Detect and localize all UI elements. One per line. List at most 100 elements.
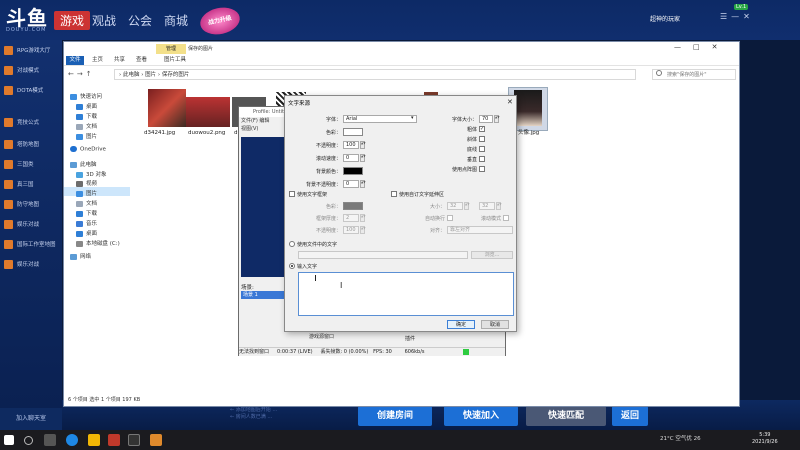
- outline-thickness-input[interactable]: 2: [343, 214, 359, 222]
- nav-item[interactable]: 快速访问: [70, 92, 102, 100]
- window-controls-icon[interactable]: ☰—✕: [720, 12, 754, 21]
- spinner-icon[interactable]: ▲▼: [496, 202, 502, 210]
- font-select[interactable]: Arial: [343, 115, 417, 123]
- plugin-button[interactable]: 插件: [405, 335, 415, 342]
- file-name[interactable]: 头像.jpg: [518, 128, 539, 136]
- browser-icon[interactable]: [66, 434, 78, 446]
- enter-text-radio[interactable]: [289, 263, 295, 269]
- file-path-input[interactable]: [298, 251, 468, 259]
- nav-item[interactable]: 本地磁盘 (C:): [76, 239, 120, 247]
- taskbar-clock[interactable]: 5:39 2021/9/26: [752, 432, 778, 446]
- close-icon[interactable]: ✕: [507, 98, 513, 106]
- custom-extents-checkbox[interactable]: [391, 191, 397, 197]
- sidebar-item[interactable]: RPG游戏大厅: [4, 44, 62, 58]
- italic-checkbox[interactable]: [479, 136, 485, 142]
- sidebar-item[interactable]: 塔防地图: [4, 138, 62, 152]
- scroll-mode-checkbox[interactable]: [503, 215, 509, 221]
- scene-item[interactable]: 场景 1: [241, 291, 285, 299]
- start-icon[interactable]: [4, 435, 14, 445]
- use-file-radio[interactable]: [289, 241, 295, 247]
- bold-checkbox[interactable]: ✓: [479, 126, 485, 132]
- extent-height-input[interactable]: 32: [479, 202, 495, 210]
- font-size-input[interactable]: 70: [479, 115, 493, 123]
- nav-item[interactable]: 桌面: [76, 102, 97, 110]
- spinner-icon[interactable]: ▲▼: [360, 141, 366, 149]
- nav-item[interactable]: 下载: [76, 112, 97, 120]
- nav-item[interactable]: 图片: [76, 132, 97, 140]
- opacity-input[interactable]: 100: [343, 141, 359, 149]
- quick-join-button[interactable]: 快速加入: [444, 406, 518, 426]
- sidebar-item[interactable]: 对战模式: [4, 64, 62, 78]
- sidebar-item[interactable]: 三国类: [4, 158, 62, 172]
- sidebar-item[interactable]: 娱乐对战: [4, 218, 62, 232]
- sidebar-item[interactable]: 防守地图: [4, 198, 62, 212]
- sidebar-item[interactable]: 娱乐对战: [4, 258, 62, 272]
- outline-opacity-input[interactable]: 100: [343, 226, 359, 234]
- chevron-down-icon[interactable]: ▾: [411, 115, 414, 121]
- sidebar-item[interactable]: 国际工作室地图: [4, 238, 62, 252]
- sidebar-item[interactable]: 真三国: [4, 178, 62, 192]
- vertical-checkbox[interactable]: [479, 156, 485, 162]
- text-outline-checkbox[interactable]: [289, 191, 295, 197]
- obs-icon[interactable]: [128, 434, 140, 446]
- file-name[interactable]: d34241.jpg: [144, 130, 175, 136]
- bg-opacity-input[interactable]: 0: [343, 180, 359, 188]
- outline-color-swatch[interactable]: [343, 202, 363, 210]
- nav-item[interactable]: 视频: [76, 179, 97, 187]
- app-icon[interactable]: [108, 434, 120, 446]
- nav-item[interactable]: 文档: [76, 199, 97, 207]
- ribbon-tab-file[interactable]: 文件: [66, 56, 84, 65]
- file-name[interactable]: duowou2.png: [188, 130, 225, 136]
- spinner-icon[interactable]: ▲▼: [360, 180, 366, 188]
- scroll-speed-input[interactable]: 0: [343, 154, 359, 162]
- nav-item[interactable]: 桌面: [76, 229, 97, 237]
- weather-tray[interactable]: 21°C 空气优 26: [660, 434, 701, 442]
- nav-item[interactable]: 网络: [70, 252, 91, 260]
- wrap-checkbox[interactable]: [447, 215, 453, 221]
- underline-checkbox[interactable]: [479, 146, 485, 152]
- user-name[interactable]: 超神的玩家: [650, 14, 680, 23]
- explorer-window-controls-icon[interactable]: —□✕: [674, 43, 729, 51]
- spinner-icon[interactable]: ▲▼: [360, 214, 366, 222]
- obs-menu[interactable]: 文件(F) 编辑 视图(V): [241, 117, 269, 133]
- nav-tab-watch[interactable]: 观战: [92, 12, 116, 29]
- extent-width-input[interactable]: 32: [447, 202, 463, 210]
- search-icon[interactable]: [24, 436, 33, 445]
- ok-button[interactable]: 确定: [447, 320, 475, 329]
- context-tab-manage[interactable]: 管理: [156, 44, 186, 54]
- nav-item[interactable]: 下载: [76, 209, 97, 217]
- spinner-icon[interactable]: ▲▼: [360, 226, 366, 234]
- ribbon-tab-picture-tools[interactable]: 图片工具: [164, 56, 186, 65]
- align-select[interactable]: 靠左对齐: [447, 226, 513, 234]
- address-bar[interactable]: › 此电脑 › 图片 › 保存的图片: [114, 69, 636, 80]
- spinner-icon[interactable]: ▲▼: [494, 115, 500, 123]
- nav-item[interactable]: 文档: [76, 122, 97, 130]
- game-app-icon[interactable]: [88, 434, 100, 446]
- task-view-icon[interactable]: [44, 434, 56, 446]
- nav-arrows-icon[interactable]: ←→↑: [68, 70, 95, 78]
- file-thumbnail[interactable]: [148, 89, 186, 127]
- ribbon-tab-share[interactable]: 共享: [114, 56, 125, 65]
- join-chatroom-button[interactable]: 加入聊天室: [0, 408, 62, 430]
- text-color-swatch[interactable]: [343, 128, 363, 136]
- sidebar-item[interactable]: 竞技公式: [4, 116, 62, 130]
- text-input-area[interactable]: [298, 272, 514, 316]
- nav-item[interactable]: 3D 对象: [76, 170, 106, 178]
- bg-color-swatch[interactable]: [343, 167, 363, 175]
- browse-button[interactable]: 浏览...: [471, 251, 513, 259]
- create-room-button[interactable]: 创建房间: [358, 406, 432, 426]
- cancel-button[interactable]: 取消: [481, 320, 509, 329]
- nav-item[interactable]: 此电脑: [70, 160, 97, 168]
- explorer-icon[interactable]: [150, 434, 162, 446]
- nav-item[interactable]: 图片: [76, 189, 97, 197]
- file-thumbnail[interactable]: [186, 97, 230, 127]
- ribbon-tab-view[interactable]: 查看: [136, 56, 147, 65]
- nav-item[interactable]: 音乐: [76, 219, 97, 227]
- nav-item[interactable]: OneDrive: [70, 146, 106, 153]
- spinner-icon[interactable]: ▲▼: [464, 202, 470, 210]
- quick-match-button[interactable]: 快速匹配: [526, 406, 606, 426]
- search-input[interactable]: 搜索"保存的图片": [652, 69, 736, 80]
- nav-tab-games[interactable]: 游戏: [54, 11, 91, 30]
- back-button[interactable]: 返回: [612, 406, 648, 426]
- spinner-icon[interactable]: ▲▼: [360, 154, 366, 162]
